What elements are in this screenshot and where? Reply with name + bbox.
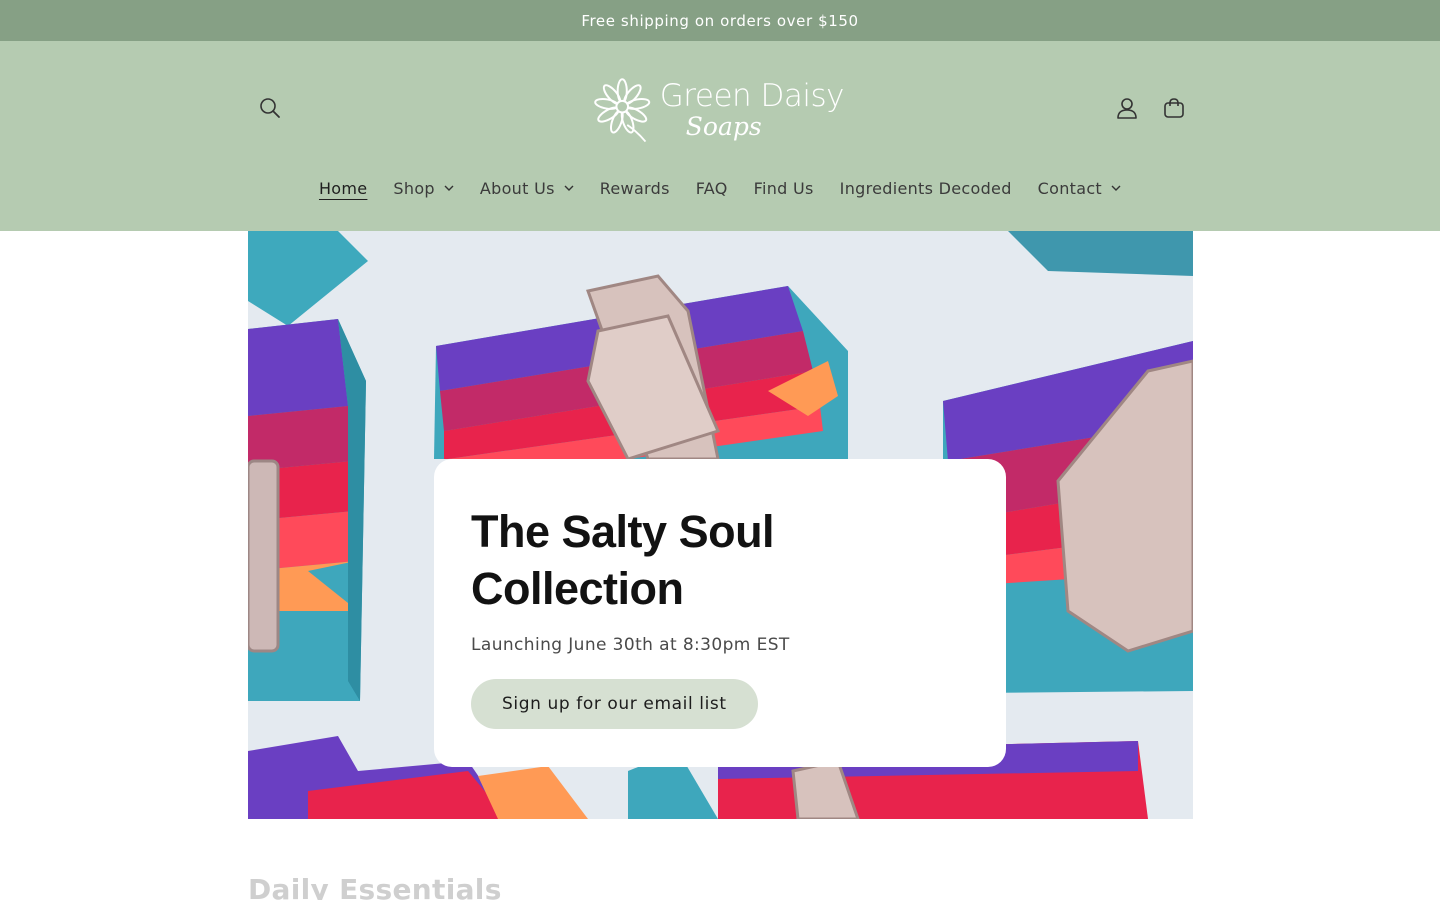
nav-label: Contact xyxy=(1037,178,1103,198)
nav-item-about-us[interactable]: About Us xyxy=(467,172,587,204)
account-button[interactable] xyxy=(1107,88,1147,128)
search-button[interactable] xyxy=(250,88,290,128)
site-logo[interactable]: Green Daisy Soaps xyxy=(594,69,845,151)
nav-label: Rewards xyxy=(599,178,670,198)
hero-card: The Salty Soul Collection Launching June… xyxy=(434,459,1006,767)
daisy-logo-icon xyxy=(594,78,651,143)
nav-label: Shop xyxy=(393,178,435,198)
cart-icon xyxy=(1164,98,1184,118)
nav-item-rewards[interactable]: Rewards xyxy=(587,172,683,204)
logo-line2: Soaps xyxy=(685,112,762,141)
announcement-bar: Free shipping on orders over $150 xyxy=(0,0,1440,41)
nav-label: About Us xyxy=(479,178,555,198)
site-header: Green Daisy Soaps Home Shop About Us Rew… xyxy=(0,41,1440,231)
logo-line1: Green Daisy xyxy=(659,78,845,114)
email-signup-button[interactable]: Sign up for our email list xyxy=(471,679,758,729)
chevron-down-icon xyxy=(564,185,574,191)
nav-label: Ingredients Decoded xyxy=(839,178,1012,198)
chevron-down-icon xyxy=(1111,185,1121,191)
nav-item-home[interactable]: Home xyxy=(306,172,380,204)
user-icon xyxy=(1117,98,1137,119)
nav-item-ingredients-decoded[interactable]: Ingredients Decoded xyxy=(827,172,1025,204)
section-heading-daily-essentials: Daily Essentials xyxy=(248,873,502,900)
logo-wordmark: Green Daisy Soaps xyxy=(659,78,845,141)
nav-item-contact[interactable]: Contact xyxy=(1025,172,1134,204)
nav-label: FAQ xyxy=(695,178,728,198)
main-nav: Home Shop About Us Rewards FAQ Find Us I… xyxy=(0,172,1440,204)
chevron-down-icon xyxy=(444,185,454,191)
announcement-text: Free shipping on orders over $150 xyxy=(581,11,859,30)
nav-item-shop[interactable]: Shop xyxy=(380,172,466,204)
nav-label: Find Us xyxy=(753,178,814,198)
hero-subtitle: Launching June 30th at 8:30pm EST xyxy=(471,635,790,655)
nav-item-find-us[interactable]: Find Us xyxy=(741,172,827,204)
cart-button[interactable] xyxy=(1154,88,1194,128)
nav-item-faq[interactable]: FAQ xyxy=(683,172,741,204)
search-icon xyxy=(260,98,280,118)
hero-title: The Salty Soul Collection xyxy=(471,506,775,614)
nav-label: Home xyxy=(318,178,368,198)
